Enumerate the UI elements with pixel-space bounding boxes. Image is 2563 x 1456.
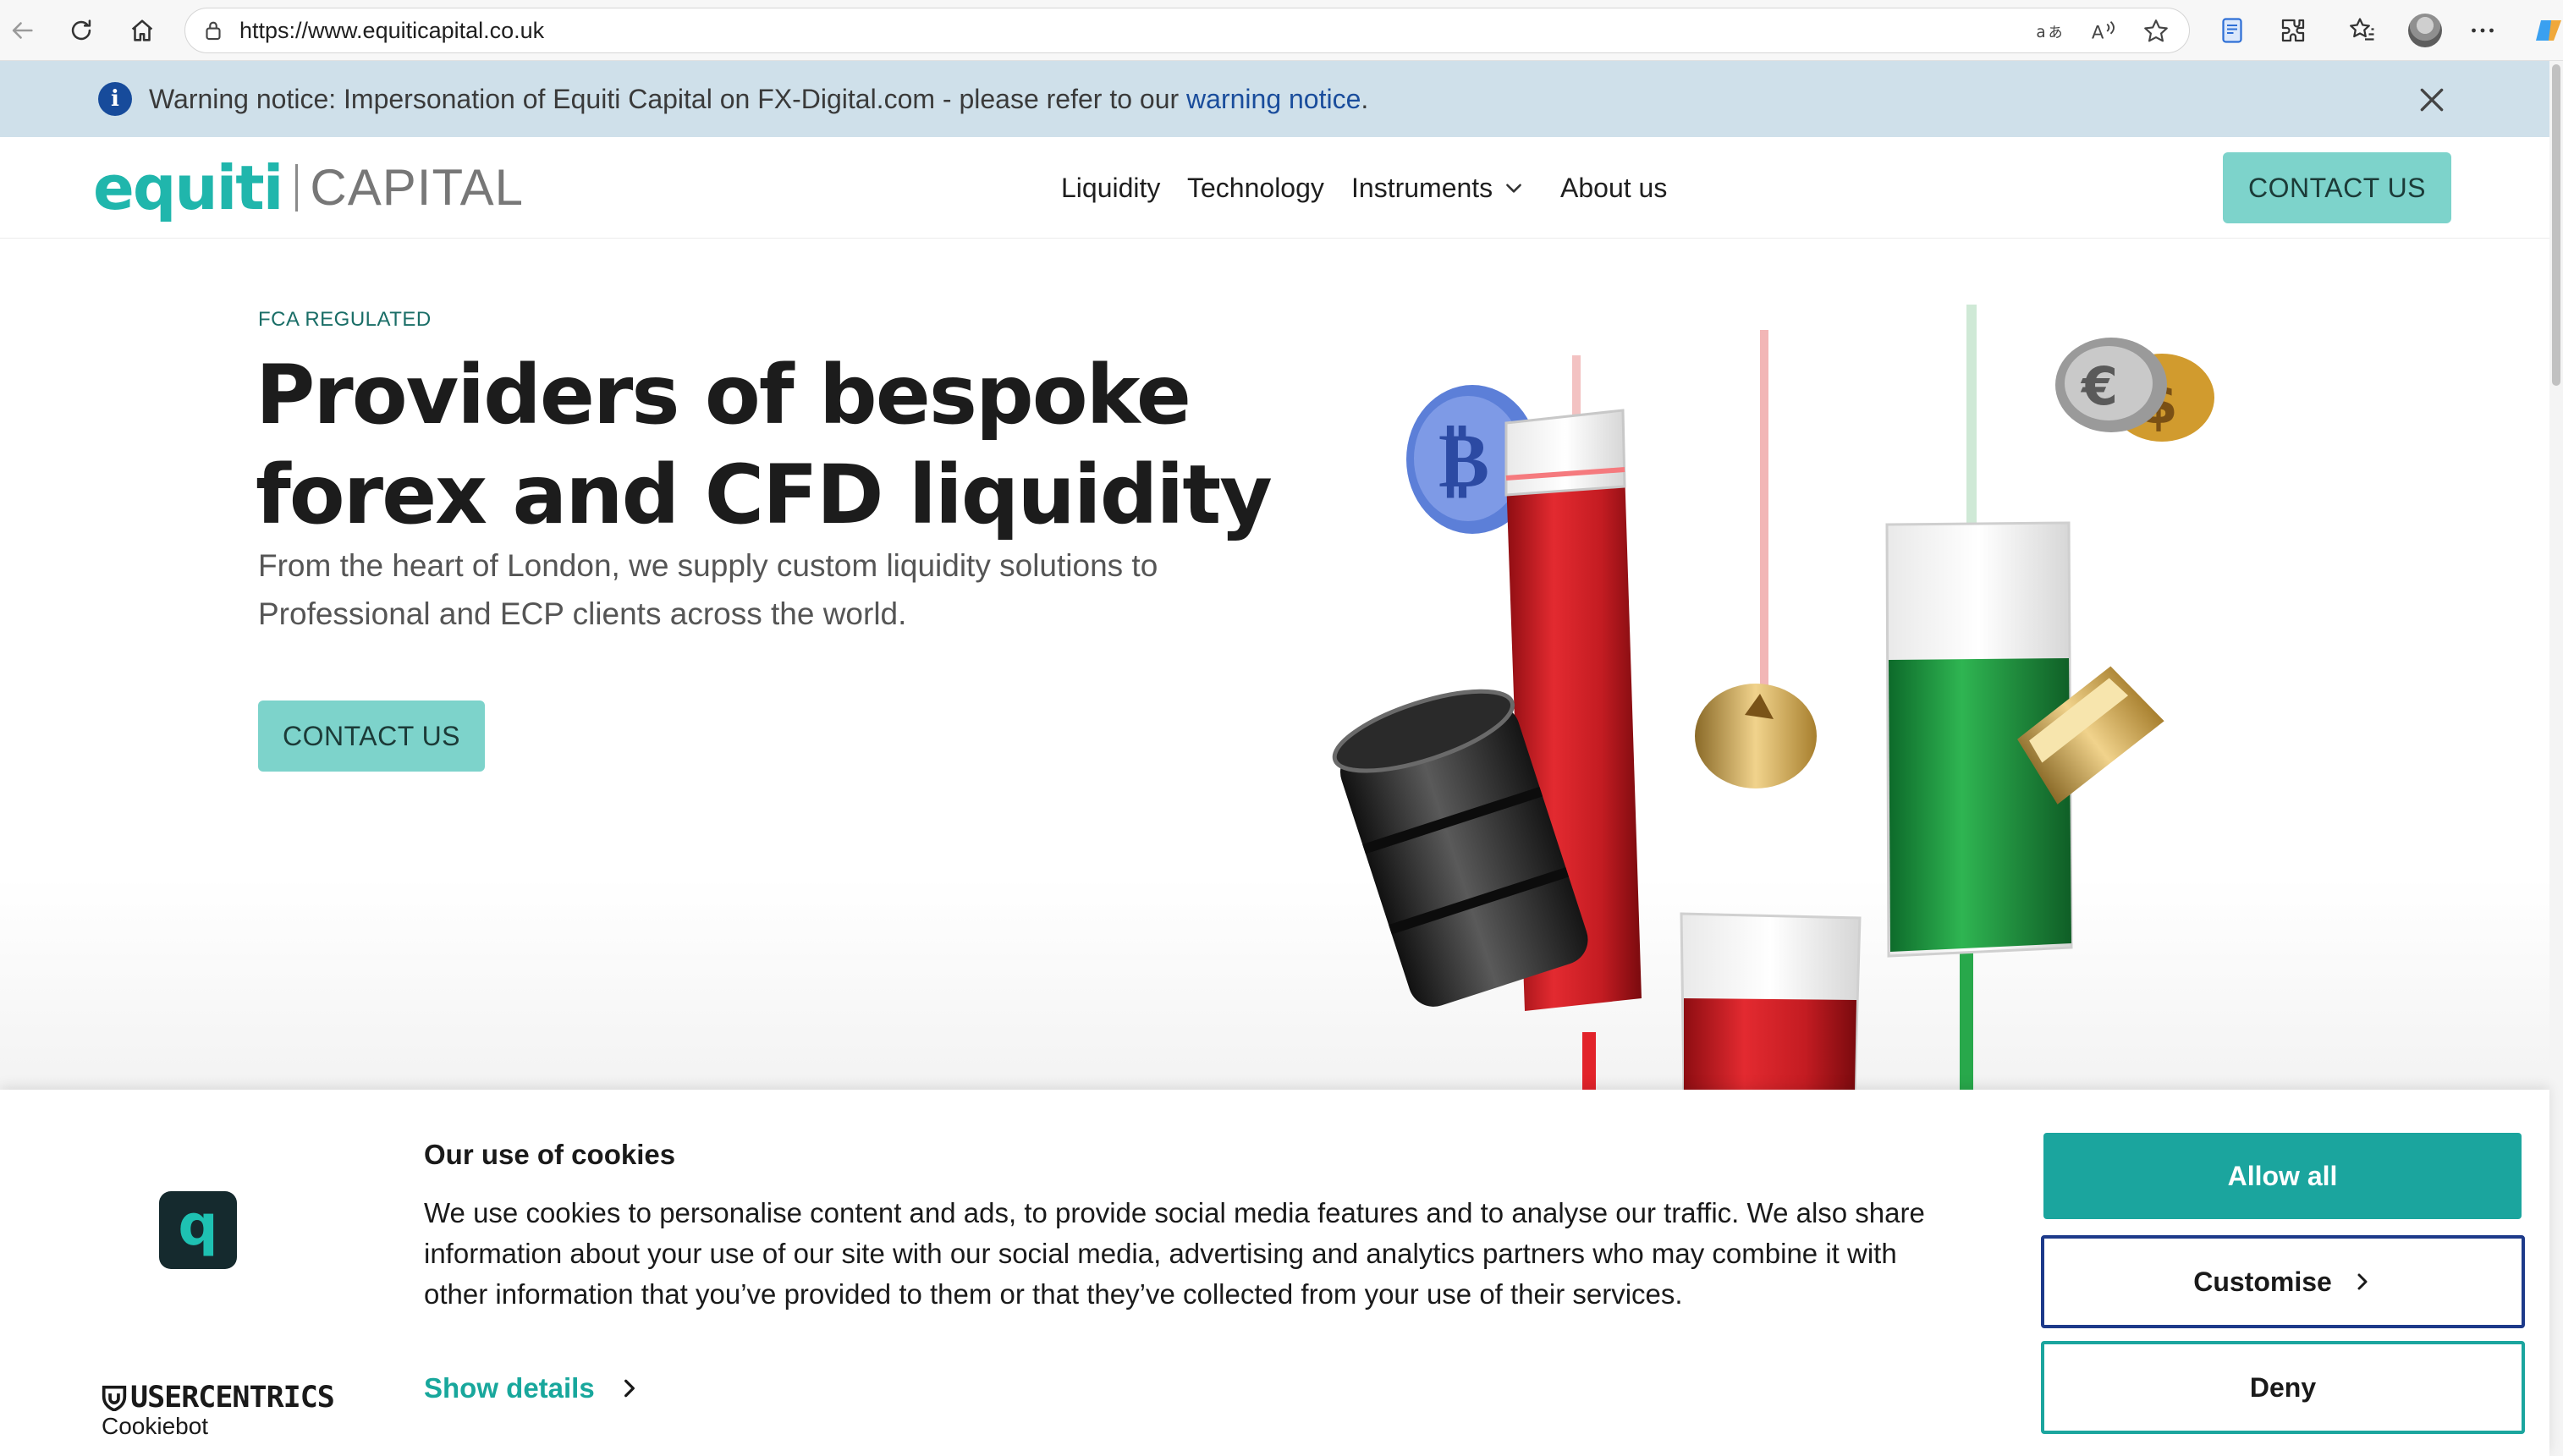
favorites-icon[interactable]	[2344, 12, 2381, 49]
address-bar[interactable]: https://www.equiticapital.co.uk aあ A	[184, 8, 2190, 53]
nav-about-us-label: About us	[1560, 172, 1668, 203]
favorite-star-icon[interactable]	[2142, 17, 2170, 46]
shield-icon	[102, 1385, 127, 1411]
warning-notice-link[interactable]: warning notice	[1186, 84, 1361, 114]
cookiebot-label: Cookiebot	[102, 1413, 209, 1439]
chevron-down-icon	[1506, 184, 1522, 193]
info-icon: i	[98, 82, 132, 116]
translate-icon[interactable]: aあ	[2035, 17, 2064, 46]
nav-instruments-label: Instruments	[1351, 172, 1493, 203]
nav-technology[interactable]: Technology	[1187, 137, 1324, 239]
nav-about-us[interactable]: About us	[1560, 137, 1667, 239]
gold-coin-icon	[1695, 684, 1817, 788]
refresh-icon[interactable]	[63, 12, 100, 49]
hero-headline: Providers of bespoke forex and CFD liqui…	[256, 345, 1356, 545]
site-header: equiti CAPITAL Liquidity Technology Inst…	[0, 137, 2549, 239]
deny-button[interactable]: Deny	[2041, 1341, 2525, 1434]
nav-technology-label: Technology	[1187, 172, 1324, 203]
url-text[interactable]: https://www.equiticapital.co.uk	[239, 8, 544, 52]
warning-period: .	[1361, 84, 1369, 114]
chevron-right-icon	[624, 1379, 635, 1398]
show-details-link[interactable]: Show details	[424, 1372, 641, 1404]
hero-contact-button[interactable]: CONTACT US	[258, 701, 485, 772]
extensions-icon[interactable]	[2274, 12, 2312, 49]
copilot-icon[interactable]	[2530, 12, 2563, 49]
allow-all-button[interactable]: Allow all	[2043, 1133, 2522, 1219]
cookiebot-logo-icon: q	[159, 1191, 237, 1269]
cookie-banner: q USERCENTRICS Cookiebot Our use of cook…	[0, 1090, 2549, 1456]
cookie-body: We use cookies to personalise content an…	[424, 1197, 1925, 1310]
hero-illustration: ₿ $ €	[1332, 305, 2214, 1090]
hero-subline: From the heart of London, we supply cust…	[258, 548, 1158, 631]
avatar[interactable]	[2408, 14, 2442, 47]
logo-brand: equiti	[93, 152, 283, 223]
wick	[1582, 1032, 1596, 1090]
scrollbar-thumb[interactable]	[2552, 64, 2560, 386]
read-aloud-icon[interactable]: A	[2089, 17, 2118, 46]
svg-text:₿: ₿	[1438, 416, 1489, 505]
browser-toolbar: https://www.equiticapital.co.uk aあ A	[0, 0, 2563, 61]
warning-text: Warning notice: Impersonation of Equiti …	[149, 61, 1368, 137]
nav-liquidity-label: Liquidity	[1061, 172, 1161, 203]
hero-eyebrow: FCA REGULATED	[258, 308, 432, 331]
wick	[1966, 305, 1977, 558]
lock-icon[interactable]	[201, 18, 226, 43]
logo-suffix: CAPITAL	[310, 159, 525, 216]
hero-headline-line-2: forex and CFD liquidity	[256, 448, 1273, 542]
reading-view-icon[interactable]	[2214, 12, 2251, 49]
show-details-label: Show details	[424, 1372, 595, 1404]
equiti-capital-logo[interactable]: equiti CAPITAL	[93, 156, 524, 220]
cookie-title: Our use of cookies	[424, 1139, 676, 1170]
nav-liquidity[interactable]: Liquidity	[1061, 137, 1160, 239]
svg-text:€: €	[2080, 355, 2118, 417]
warning-message: Warning notice: Impersonation of Equiti …	[149, 84, 1187, 114]
chevron-right-icon	[2357, 1273, 2368, 1290]
warning-banner: i Warning notice: Impersonation of Equit…	[0, 61, 2549, 137]
customise-button[interactable]: Customise	[2041, 1235, 2525, 1328]
profile-avatar[interactable]	[2406, 12, 2444, 49]
usercentrics-logo: USERCENTRICS	[102, 1381, 335, 1415]
more-icon[interactable]	[2464, 12, 2501, 49]
back-icon[interactable]	[3, 12, 41, 49]
nav-instruments[interactable]: Instruments	[1351, 137, 1525, 239]
customise-label: Customise	[2193, 1266, 2332, 1297]
usercentrics-label: USERCENTRICS	[130, 1381, 335, 1415]
wick	[1760, 330, 1768, 685]
hero-headline-line-1: Providers of bespoke	[256, 348, 1191, 442]
svg-text:A: A	[2092, 23, 2104, 44]
header-contact-button[interactable]: CONTACT US	[2223, 152, 2451, 223]
svg-text:a: a	[2036, 24, 2045, 41]
home-icon[interactable]	[124, 12, 161, 49]
svg-text:あ: あ	[2049, 25, 2063, 41]
logo-divider	[295, 164, 299, 212]
close-icon[interactable]	[2415, 83, 2449, 117]
